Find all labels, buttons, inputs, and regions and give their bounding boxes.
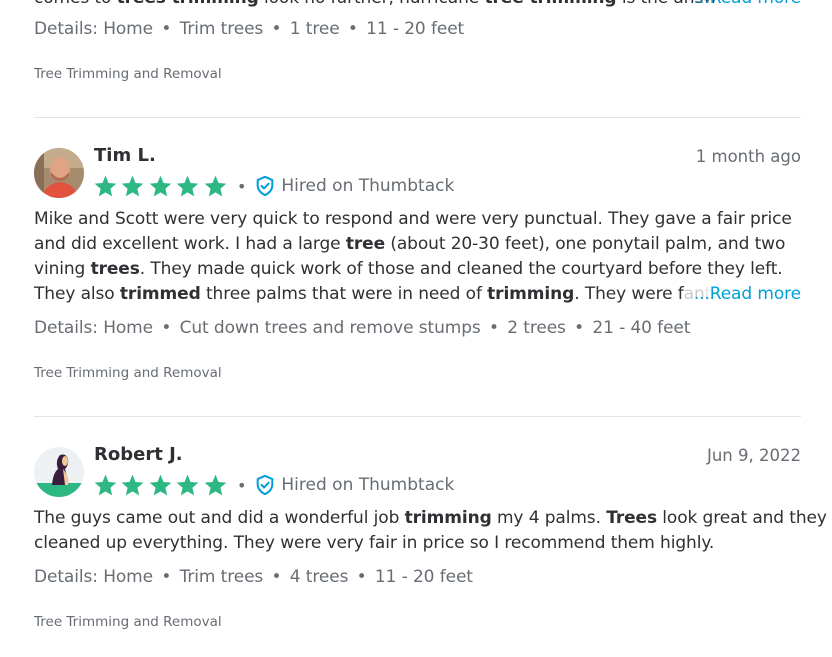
hired-badge: Hired on Thumbtack	[254, 474, 454, 496]
star-icon	[204, 474, 226, 495]
details-item: Cut down trees and remove stumps	[179, 318, 481, 338]
stars	[93, 174, 230, 199]
service-category: Tree Trimming and Removal	[34, 614, 222, 630]
text-run: Mike and Scott were very quick to respon…	[34, 209, 792, 229]
details-item: 11 - 20 feet	[374, 567, 473, 587]
text-run: look no further, hurricane	[259, 0, 485, 8]
text-run: three palms that were in need of	[200, 284, 488, 304]
star-icon	[122, 474, 144, 495]
star-icon	[176, 474, 199, 495]
highlighted-keyword: tree trimming	[484, 0, 616, 8]
review-text-line: Mike and Scott were very quick to respon…	[34, 207, 801, 232]
details-item: 11 - 20 feet	[366, 19, 465, 39]
details-item: 4 trees	[289, 567, 349, 587]
highlighted-keyword: tree	[345, 234, 386, 254]
text-run: and did excellent work. I had a large	[34, 234, 346, 254]
star-icon	[176, 175, 199, 196]
review-card: Tim L. 1 month ago • Hired on Thumbtack …	[34, 145, 801, 397]
review-text: Mike and Scott were very quick to respon…	[34, 209, 792, 229]
text-run: cleaned up everything. They were very fa…	[34, 533, 715, 553]
stars	[93, 473, 230, 498]
reviewer-name: Robert J.	[94, 444, 183, 465]
text-run: my 4 palms.	[491, 508, 607, 528]
review-text-line: They also trimmed three palms that were …	[34, 282, 801, 307]
divider	[34, 416, 801, 417]
review-body: The guys came out and did a wonderful jo…	[34, 506, 827, 556]
review-text: and did excellent work. I had a large tr…	[34, 234, 785, 254]
review-text: They also trimmed three palms that were …	[34, 284, 711, 304]
service-category: Tree Trimming and Removal	[34, 365, 222, 381]
review-body: Mike and Scott were very quick to respon…	[34, 207, 801, 307]
text-run: look great and they	[656, 508, 827, 528]
job-details: Details: Home • Trim trees • 4 trees • 1…	[34, 567, 473, 587]
details-item: Home	[103, 318, 153, 338]
read-more-link[interactable]: ...Read more	[694, 0, 801, 11]
details-item: Trim trees	[179, 19, 264, 39]
star-icon	[149, 474, 172, 495]
job-details: Details: Home • Trim trees • 1 tree • 11…	[34, 19, 465, 39]
service-category: Tree Trimming and Removal	[34, 66, 222, 82]
reviewer-name: Tim L.	[94, 145, 156, 166]
avatar[interactable]	[34, 148, 84, 198]
read-more-link[interactable]: ...Read more	[694, 282, 801, 307]
star-icon	[122, 175, 144, 196]
hired-badge: Hired on Thumbtack	[254, 175, 454, 197]
text-run: They also	[34, 284, 120, 304]
star-icon	[204, 175, 226, 196]
review-text: vining trees. They made quick work of th…	[34, 259, 783, 279]
highlighted-keyword: trimming	[404, 508, 492, 528]
verified-shield-icon	[257, 175, 274, 197]
star-rating: • Hired on Thumbtack	[93, 173, 454, 199]
review-text-line: comes to trees trimming look no further,…	[34, 0, 801, 11]
text-run: . They made quick work of those and clea…	[139, 259, 783, 279]
review-text-line: vining trees. They made quick work of th…	[34, 257, 801, 282]
review-card: Robert J. Jun 9, 2022 • Hired on Thumbta…	[34, 444, 827, 646]
highlighted-keyword: trimmed	[119, 284, 201, 304]
review-text-line: The guys came out and did a wonderful jo…	[34, 506, 827, 531]
text-run: vining	[34, 259, 91, 279]
details-label: Details:	[34, 19, 98, 39]
separator-dot: •	[236, 176, 247, 196]
star-icon	[149, 175, 172, 196]
verified-shield-icon	[257, 474, 274, 496]
text-run: (about 20-30 feet), one ponytail palm, a…	[385, 234, 786, 254]
text-run: . They were fant	[574, 284, 712, 304]
details-label: Details:	[34, 318, 98, 338]
details-item: 1 tree	[289, 19, 340, 39]
review-text: cleaned up everything. They were very fa…	[34, 533, 714, 553]
highlighted-keyword: trees trimming	[117, 0, 259, 8]
separator-dot: •	[236, 475, 247, 495]
job-details: Details: Home • Cut down trees and remov…	[34, 318, 691, 338]
review-text-line: cleaned up everything. They were very fa…	[34, 531, 801, 556]
highlighted-keyword: trimming	[487, 284, 575, 304]
details-item: Home	[103, 567, 153, 587]
text-run: The guys came out and did a wonderful jo…	[34, 508, 405, 528]
divider	[34, 117, 801, 118]
star-rating: • Hired on Thumbtack	[93, 472, 454, 498]
highlighted-keyword: Trees	[606, 508, 657, 528]
review-date: 1 month ago	[695, 147, 801, 166]
hired-label: Hired on Thumbtack	[281, 176, 455, 196]
highlighted-keyword: trees	[90, 259, 140, 279]
details-item: 21 - 40 feet	[592, 318, 691, 338]
avatar[interactable]	[34, 447, 84, 497]
details-item: Trim trees	[179, 567, 264, 587]
review-text: The guys came out and did a wonderful jo…	[34, 508, 827, 528]
details-label: Details:	[34, 567, 98, 587]
details-item: 2 trees	[507, 318, 566, 338]
review-text-line: and did excellent work. I had a large tr…	[34, 232, 801, 257]
star-icon	[94, 474, 117, 495]
details-item: Home	[103, 19, 153, 39]
review-date: Jun 9, 2022	[706, 446, 801, 465]
hired-label: Hired on Thumbtack	[281, 475, 455, 495]
review-text: comes to trees trimming look no further,…	[34, 0, 717, 8]
star-icon	[94, 175, 117, 196]
text-run: comes to	[34, 0, 117, 8]
